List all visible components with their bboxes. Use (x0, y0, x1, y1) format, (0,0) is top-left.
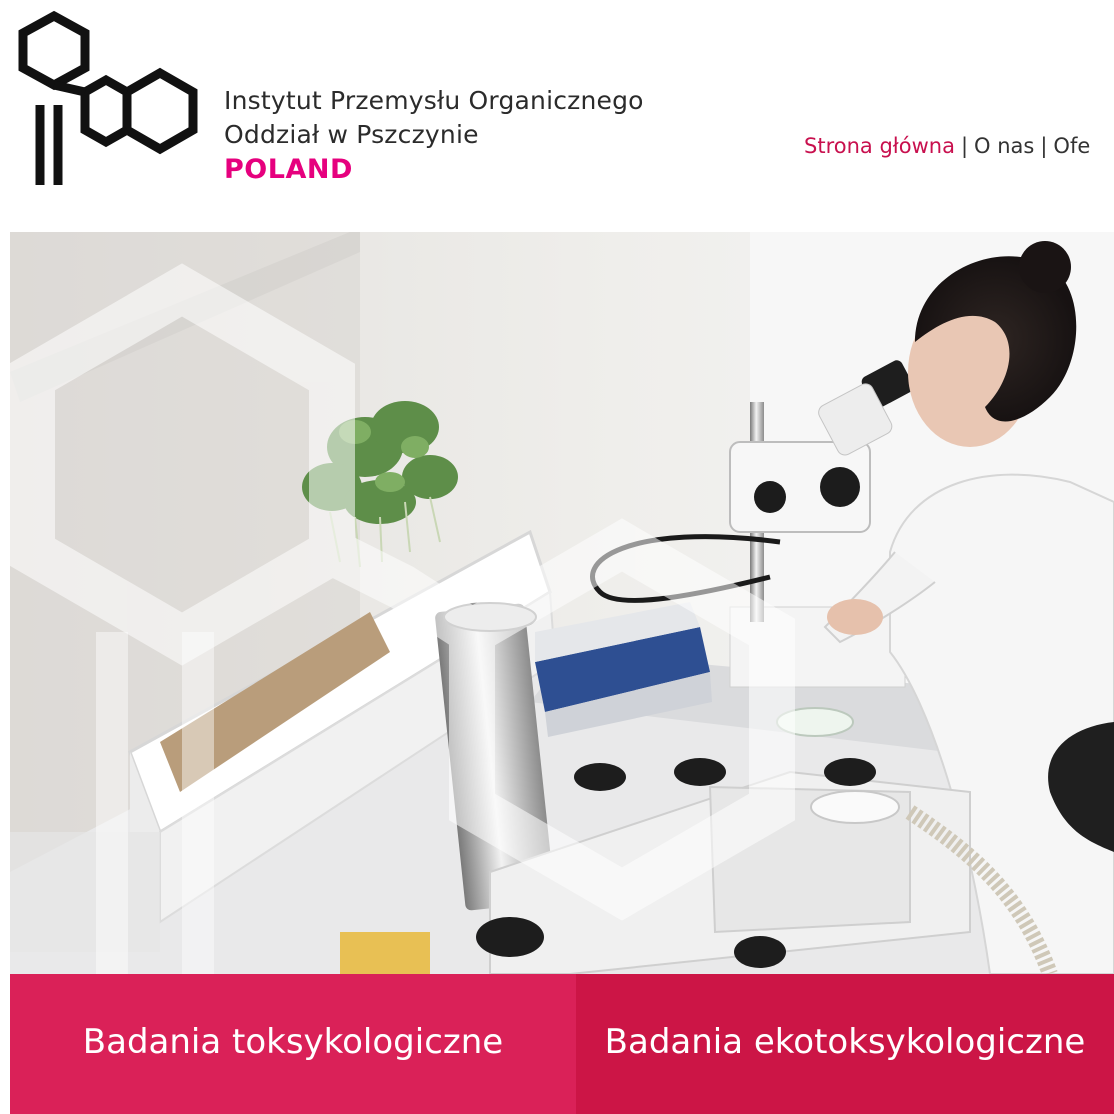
institute-name: Instytut Przemysłu Organicznego Oddział … (224, 84, 644, 188)
site-header: Instytut Przemysłu Organicznego Oddział … (0, 0, 1114, 232)
nav-item-offer[interactable]: Ofe (1053, 134, 1090, 158)
country-label: POLAND (224, 154, 353, 185)
nav-item-home[interactable]: Strona główna (804, 134, 955, 158)
top-navigation: Strona główna | O nas | Ofe (804, 134, 1090, 158)
nav-separator: | (960, 134, 969, 158)
laboratory-photo (10, 232, 1114, 974)
hero-banner (10, 232, 1114, 974)
tile-toxicology-label: Badania toksykologiczne (82, 1022, 504, 1062)
tile-ecotoxicology[interactable]: Badania ekotoksykologiczne (576, 974, 1114, 1114)
nav-separator: | (1040, 134, 1048, 158)
institute-name-line2: Oddział w Pszczynie (224, 120, 479, 149)
tile-toxicology[interactable]: Badania toksykologiczne (10, 974, 576, 1114)
institute-name-line1: Instytut Przemysłu Organicznego (224, 86, 644, 115)
tile-ecotoxicology-label: Badania ekotoksykologiczne (604, 1022, 1086, 1062)
institute-logo-icon[interactable] (10, 10, 215, 190)
nav-item-about[interactable]: O nas (974, 134, 1034, 158)
service-tiles: Badania toksykologiczne Badania ekotoksy… (10, 974, 1114, 1114)
